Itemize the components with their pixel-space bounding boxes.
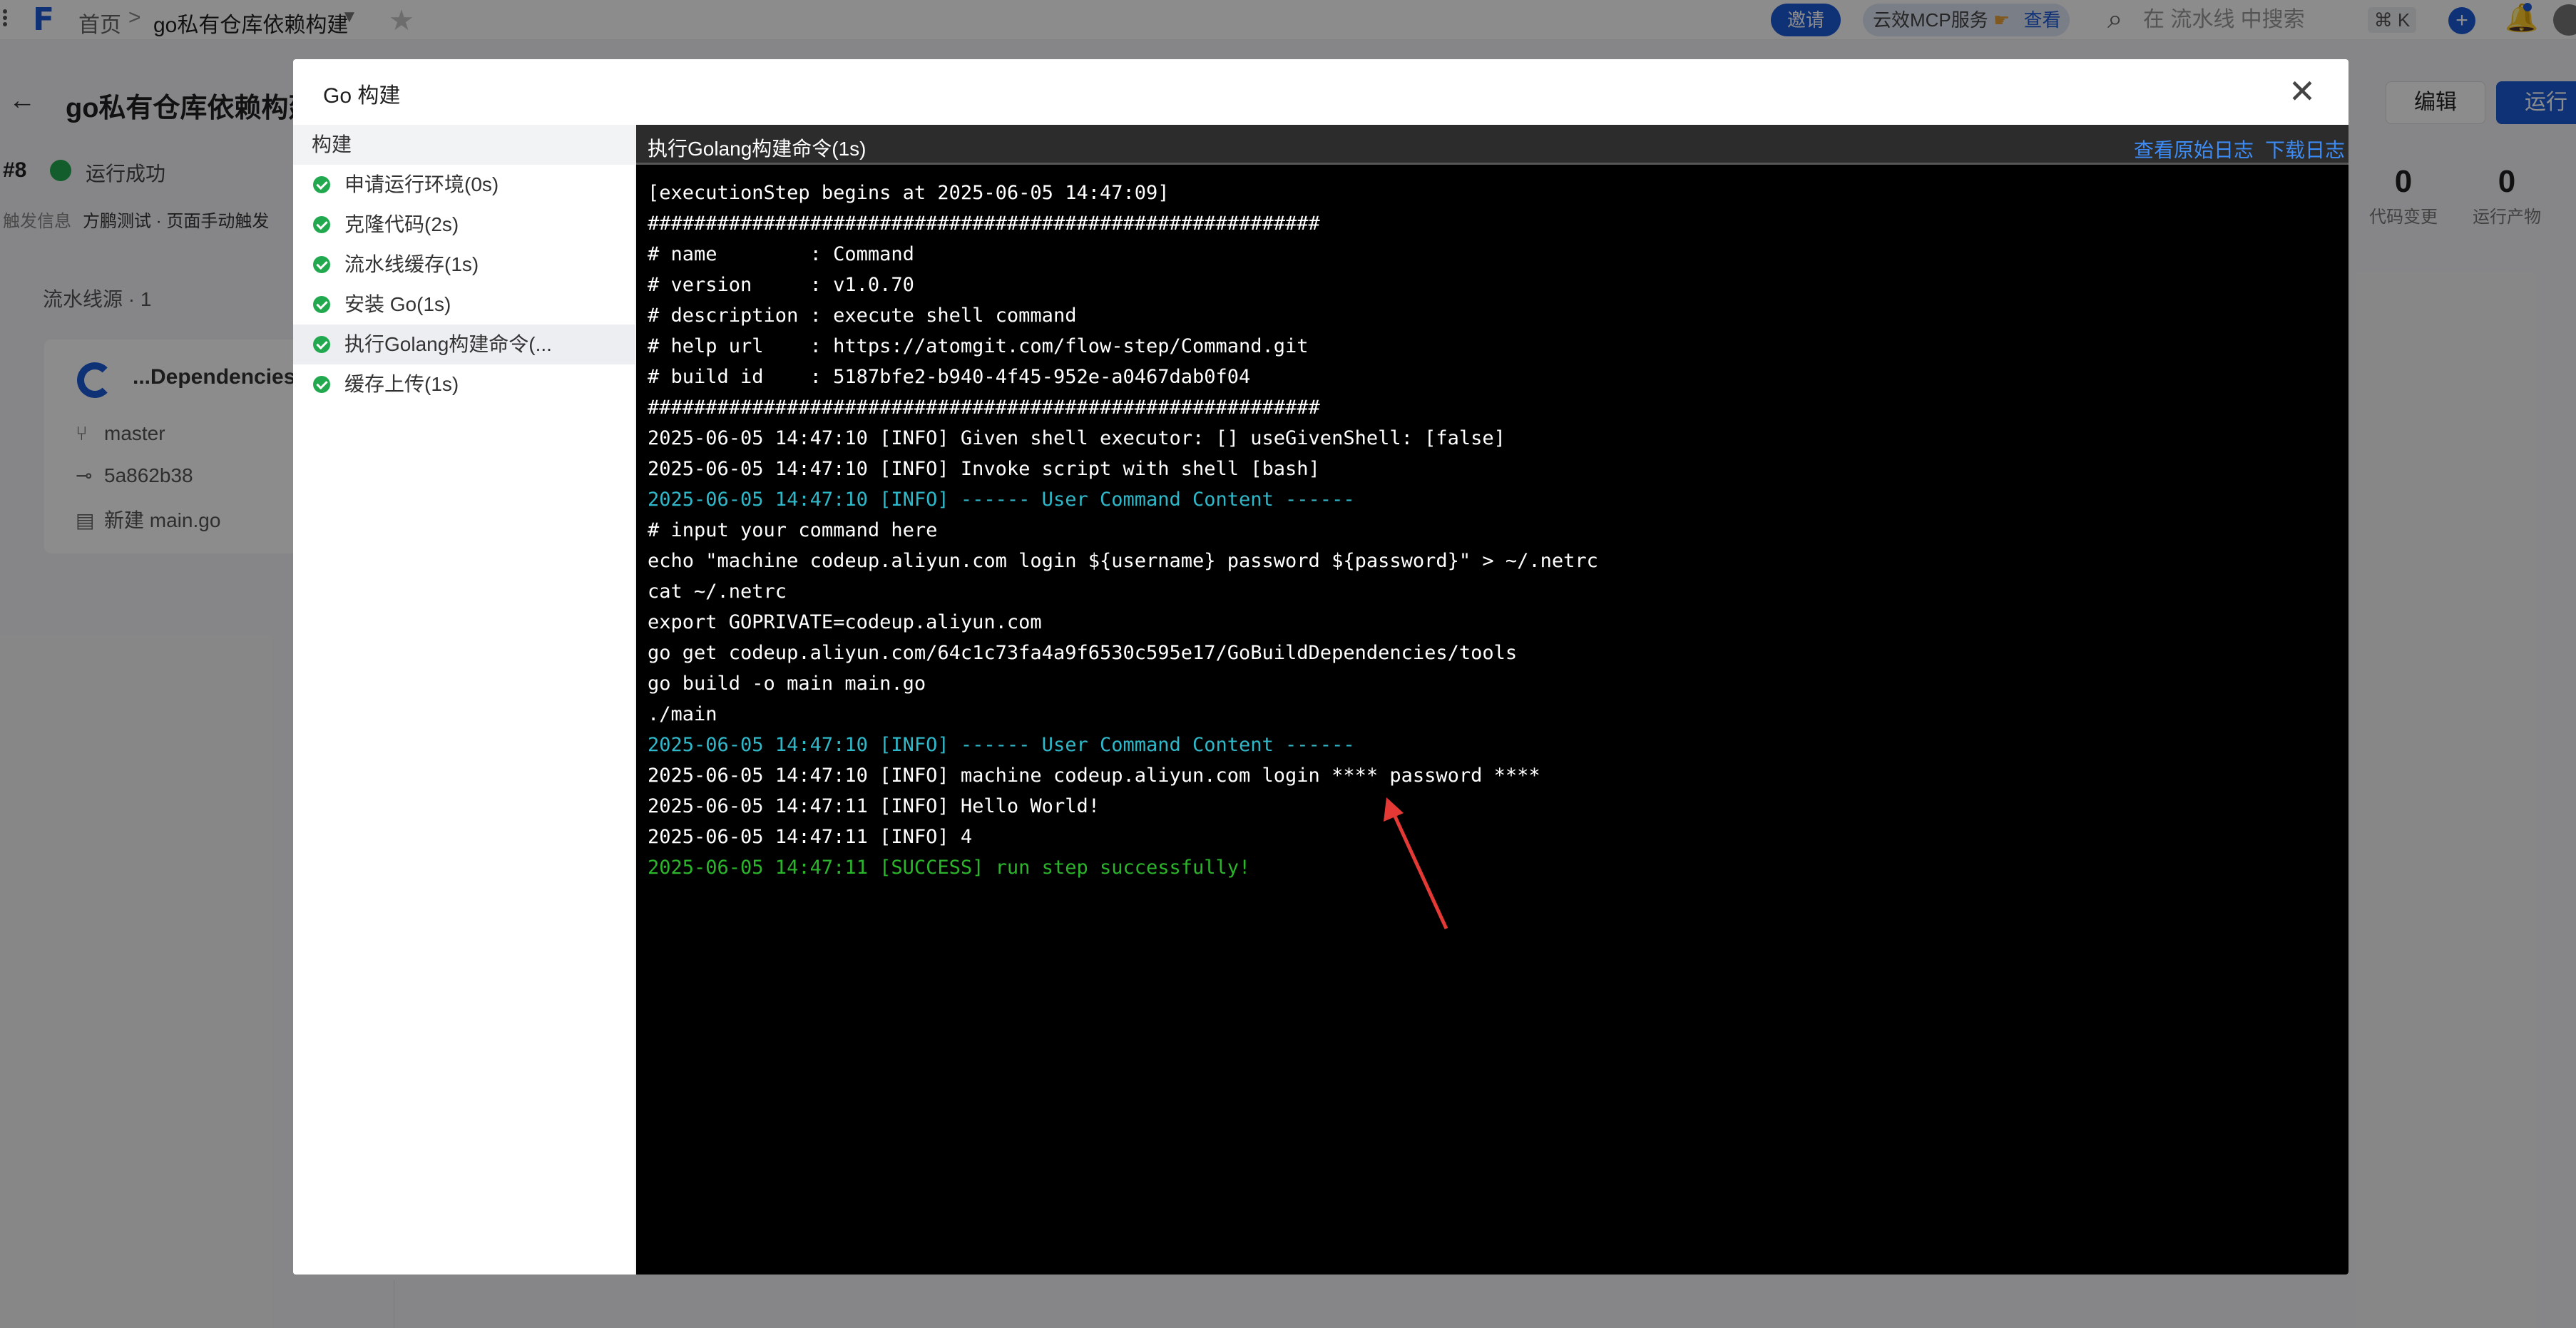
log-line: export GOPRIVATE=codeup.aliyun.com	[648, 611, 1042, 633]
download-log-link[interactable]: 下载日志	[2265, 135, 2345, 163]
log-line: # build id : 5187bfe2-b940-4f45-952e-a04…	[648, 366, 1251, 388]
build-step-item[interactable]: 申请运行环境(0s)	[293, 165, 635, 205]
build-step-item[interactable]: 执行Golang构建命令(...	[293, 325, 635, 364]
log-line: # description : execute shell command	[648, 305, 1077, 327]
success-check-icon	[313, 256, 330, 273]
steps-list: 申请运行环境(0s) 克隆代码(2s) 流水线缓存(1s) 安装 Go(1s) 执行Go…	[293, 165, 635, 404]
view-raw-log-link[interactable]: 查看原始日志	[2134, 135, 2254, 163]
log-line: ########################################…	[648, 213, 1320, 235]
build-step-label: 缓存上传(1s)	[344, 373, 459, 395]
log-output: [executionStep begins at 2025-06-05 14:4…	[648, 178, 2338, 883]
close-icon[interactable]: ✕	[2284, 73, 2320, 109]
log-line: echo "machine codeup.aliyun.com login ${…	[648, 550, 1598, 572]
log-line: 2025-06-05 14:47:10 [INFO] Given shell e…	[648, 427, 1506, 449]
log-header: 执行Golang构建命令(1s) 查看原始日志 下载日志	[636, 125, 2348, 165]
log-line: go build -o main main.go	[648, 673, 926, 695]
log-line: ########################################…	[648, 397, 1320, 419]
log-line: 2025-06-05 14:47:11 [SUCCESS] run step s…	[648, 857, 1251, 879]
build-step-item[interactable]: 流水线缓存(1s)	[293, 245, 635, 285]
log-line: # input your command here	[648, 519, 938, 541]
log-line: ./main	[648, 703, 717, 725]
log-line: [executionStep begins at 2025-06-05 14:4…	[648, 182, 1170, 204]
log-line: # version : v1.0.70	[648, 274, 914, 296]
build-step-label: 执行Golang构建命令(...	[344, 333, 552, 355]
build-step-item[interactable]: 缓存上传(1s)	[293, 364, 635, 404]
build-steps-sidebar: 构建 申请运行环境(0s) 克隆代码(2s) 流水线缓存(1s) 安装 Go(1s) 执…	[293, 125, 635, 1275]
log-line: cat ~/.netrc	[648, 581, 787, 603]
log-line: go get codeup.aliyun.com/64c1c73fa4a9f65…	[648, 642, 1518, 664]
build-step-label: 申请运行环境(0s)	[344, 173, 499, 195]
log-line: 2025-06-05 14:47:10 [INFO] Invoke script…	[648, 458, 1320, 480]
log-line: 2025-06-05 14:47:11 [INFO] 4	[648, 826, 973, 848]
build-step-label: 安装 Go(1s)	[344, 293, 451, 315]
build-step-item[interactable]: 安装 Go(1s)	[293, 285, 635, 325]
modal-title: Go 构建	[323, 84, 401, 108]
log-line: 2025-06-05 14:47:10 [INFO] ------ User C…	[648, 734, 1355, 756]
log-line: 2025-06-05 14:47:10 [INFO] machine codeu…	[648, 765, 1540, 787]
log-title: 执行Golang构建命令(1s)	[648, 138, 867, 160]
log-line: # help url : https://atomgit.com/flow-st…	[648, 335, 1309, 357]
success-check-icon	[313, 376, 330, 393]
success-check-icon	[313, 296, 330, 313]
build-log-modal: Go 构建 ✕ 构建 申请运行环境(0s) 克隆代码(2s) 流水线缓存(1s) 安装…	[293, 59, 2348, 1275]
build-step-item[interactable]: 克隆代码(2s)	[293, 205, 635, 245]
success-check-icon	[313, 176, 330, 193]
log-line: 2025-06-05 14:47:11 [INFO] Hello World!	[648, 795, 1100, 817]
build-step-label: 流水线缓存(1s)	[344, 253, 479, 275]
build-step-label: 克隆代码(2s)	[344, 213, 459, 235]
log-pane: 执行Golang构建命令(1s) 查看原始日志 下载日志 [executionS…	[636, 125, 2348, 1275]
sidebar-heading: 构建	[293, 125, 635, 165]
success-check-icon	[313, 216, 330, 233]
log-line: # name : Command	[648, 243, 914, 265]
modal-header: Go 构建 ✕	[293, 59, 2348, 125]
success-check-icon	[313, 336, 330, 353]
log-line: 2025-06-05 14:47:10 [INFO] ------ User C…	[648, 489, 1355, 511]
